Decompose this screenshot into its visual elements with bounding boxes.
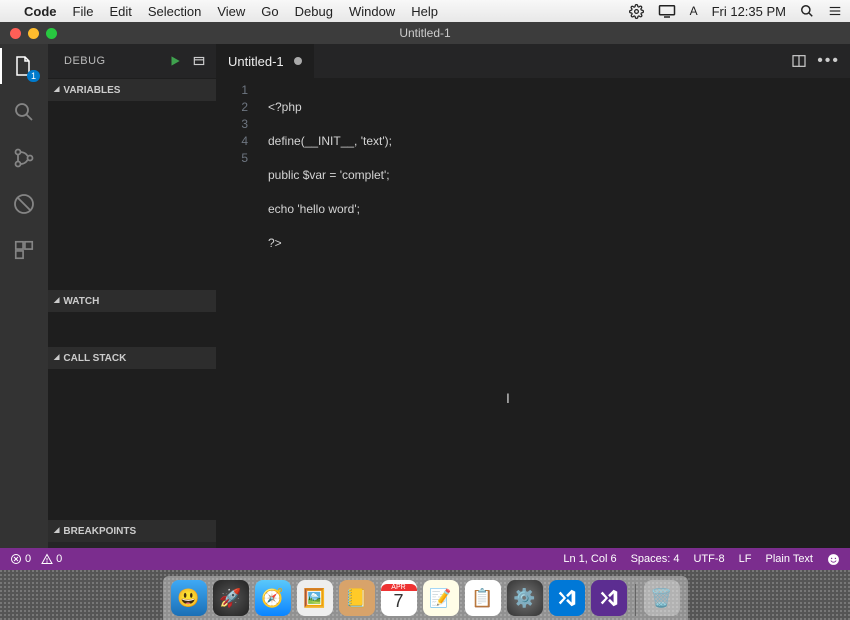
status-eol[interactable]: LF <box>739 553 752 566</box>
menu-selection[interactable]: Selection <box>148 4 201 19</box>
menu-view[interactable]: View <box>217 4 245 19</box>
menu-help[interactable]: Help <box>411 4 438 19</box>
section-breakpoints[interactable]: Breakpoints <box>48 519 216 542</box>
status-feedback-icon[interactable] <box>827 553 840 566</box>
window-title: Untitled-1 <box>399 26 450 40</box>
menu-file[interactable]: File <box>73 4 94 19</box>
dock-app-safari[interactable]: 🧭 <box>255 580 291 616</box>
vscode-window: Untitled-1 1 DEBUG <box>0 22 850 570</box>
dock-app-contacts[interactable]: 📒 <box>339 580 375 616</box>
explorer-badge: 1 <box>27 70 40 82</box>
section-callstack[interactable]: Call Stack <box>48 346 216 519</box>
tab-dirty-indicator-icon <box>294 57 302 65</box>
keyboard-icon[interactable]: A <box>690 4 698 18</box>
dock-app-visualstudio[interactable] <box>591 580 627 616</box>
section-watch[interactable]: Watch <box>48 289 216 346</box>
close-window-button[interactable] <box>10 28 21 39</box>
macos-menubar: Code File Edit Selection View Go Debug W… <box>0 0 850 22</box>
search-icon[interactable] <box>10 98 38 126</box>
status-indentation[interactable]: Spaces: 4 <box>631 553 680 566</box>
debug-sidebar: DEBUG Variables Watch Call S <box>48 44 216 548</box>
status-errors[interactable]: 0 <box>10 553 31 565</box>
extensions-icon[interactable] <box>10 236 38 264</box>
gear-icon[interactable] <box>629 4 644 19</box>
dock-separator <box>635 584 636 616</box>
sidebar-title: DEBUG <box>48 44 216 78</box>
sidebar-title-label: DEBUG <box>64 55 106 67</box>
debug-icon[interactable] <box>10 190 38 218</box>
status-errors-count: 0 <box>25 553 31 565</box>
section-breakpoints-label: Breakpoints <box>63 526 136 537</box>
source-control-icon[interactable] <box>10 144 38 172</box>
window-titlebar: Untitled-1 <box>0 22 850 44</box>
display-icon[interactable] <box>658 4 676 18</box>
section-callstack-label: Call Stack <box>63 353 126 364</box>
code-content[interactable]: <?php define(__INIT__, 'text'); public $… <box>260 78 392 548</box>
start-debug-icon[interactable] <box>168 54 182 68</box>
status-cursor-position[interactable]: Ln 1, Col 6 <box>563 553 616 566</box>
desktop: 😃 🚀 🧭 🖼️ 📒 APR7 📝 📋 ⚙️ 🗑️ <box>0 570 850 620</box>
tab-label: Untitled-1 <box>228 54 284 69</box>
dock-app-launchpad[interactable]: 🚀 <box>213 580 249 616</box>
dock-app-notes[interactable]: 📝 <box>423 580 459 616</box>
more-actions-icon[interactable]: ••• <box>817 52 840 70</box>
line-number-gutter: 1 2 3 4 5 <box>216 78 260 548</box>
dock: 😃 🚀 🧭 🖼️ 📒 APR7 📝 📋 ⚙️ 🗑️ <box>163 576 688 620</box>
code-editor[interactable]: 1 2 3 4 5 <?php define(__INIT__, 'text')… <box>216 78 850 548</box>
section-watch-label: Watch <box>63 296 99 307</box>
status-language[interactable]: Plain Text <box>766 553 814 566</box>
debug-config-icon[interactable] <box>192 54 206 68</box>
menu-go[interactable]: Go <box>261 4 278 19</box>
section-variables-label: Variables <box>63 85 120 96</box>
menu-debug[interactable]: Debug <box>295 4 333 19</box>
minimize-window-button[interactable] <box>28 28 39 39</box>
dock-app-trash[interactable]: 🗑️ <box>644 580 680 616</box>
dock-app-calendar[interactable]: APR7 <box>381 580 417 616</box>
menubar-clock[interactable]: Fri 12:35 PM <box>712 4 786 19</box>
explorer-icon[interactable]: 1 <box>10 52 38 80</box>
dock-app-vscode[interactable] <box>549 580 585 616</box>
menu-window[interactable]: Window <box>349 4 395 19</box>
zoom-window-button[interactable] <box>46 28 57 39</box>
editor-group: Untitled-1 ••• 1 2 3 4 5 < <box>216 44 850 548</box>
editor-tabs: Untitled-1 ••• <box>216 44 850 78</box>
notification-center-icon[interactable] <box>828 4 842 18</box>
status-warnings[interactable]: 0 <box>41 553 62 565</box>
spotlight-icon[interactable] <box>800 4 814 18</box>
split-editor-icon[interactable] <box>791 53 807 69</box>
menu-edit[interactable]: Edit <box>109 4 131 19</box>
dock-app-finder[interactable]: 😃 <box>171 580 207 616</box>
app-menu[interactable]: Code <box>24 4 57 19</box>
activity-bar: 1 <box>0 44 48 548</box>
dock-app-sysprefs[interactable]: ⚙️ <box>507 580 543 616</box>
status-encoding[interactable]: UTF-8 <box>693 553 724 566</box>
text-cursor-icon: I <box>506 390 510 406</box>
dock-app-preview[interactable]: 🖼️ <box>297 580 333 616</box>
dock-app-reminders[interactable]: 📋 <box>465 580 501 616</box>
status-warnings-count: 0 <box>56 553 62 565</box>
section-variables[interactable]: Variables <box>48 78 216 289</box>
tab-untitled-1[interactable]: Untitled-1 <box>216 44 315 78</box>
status-bar: 0 0 Ln 1, Col 6 Spaces: 4 UTF-8 LF Plain… <box>0 548 850 570</box>
